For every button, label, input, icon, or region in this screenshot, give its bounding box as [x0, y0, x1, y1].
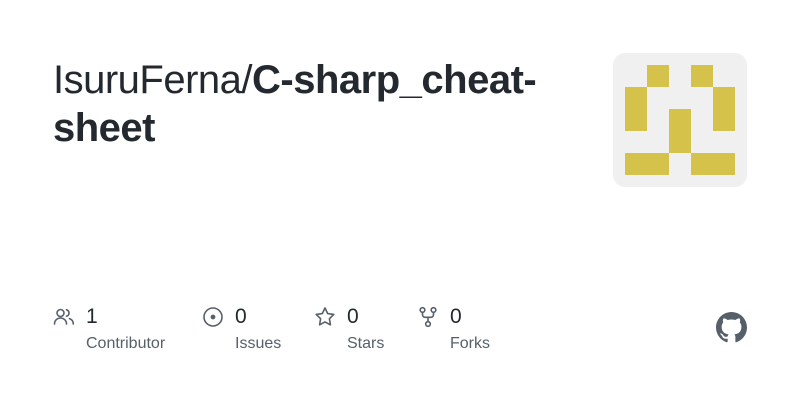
stat-contributors[interactable]: 1 Contributor [53, 303, 165, 353]
forks-count: 0 [450, 305, 462, 328]
people-icon [53, 306, 75, 328]
stat-forks[interactable]: 0 Forks [417, 303, 490, 353]
avatar [613, 53, 747, 187]
stat-stars[interactable]: 0 Stars [314, 303, 384, 353]
fork-icon [417, 306, 439, 328]
social-preview-card: IsuruFerna/C-sharp_cheat-sheet 1 Contrib… [0, 0, 800, 400]
forks-label: Forks [450, 335, 490, 352]
issues-label: Issues [235, 335, 282, 352]
repo-title[interactable]: IsuruFerna/C-sharp_cheat-sheet [53, 56, 573, 152]
stat-issues[interactable]: 0 Issues [202, 303, 281, 353]
github-logo-icon[interactable] [716, 312, 747, 343]
stars-count: 0 [347, 305, 359, 328]
issue-icon [202, 306, 224, 328]
star-icon [314, 306, 336, 328]
issues-count: 0 [235, 305, 247, 328]
repo-owner: IsuruFerna/ [53, 58, 253, 102]
contributors-label: Contributor [86, 335, 166, 352]
stars-label: Stars [347, 335, 385, 352]
contributors-count: 1 [86, 305, 98, 328]
identicon-icon [625, 65, 735, 175]
